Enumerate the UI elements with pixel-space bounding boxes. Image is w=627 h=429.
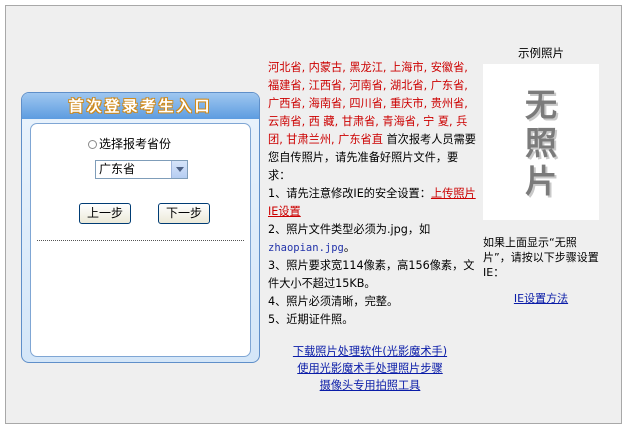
instructions: 河北省, 内蒙古, 黑龙江, 上海市, 安徽省, 福建省, 江西省, 河南省, … (268, 59, 476, 329)
camera-tool-link[interactable]: 摄像头专用拍照工具 (270, 377, 470, 394)
item-1-text: 1、请先注意修改IE的安全设置： (268, 187, 431, 200)
dotted-divider (37, 240, 244, 241)
item-2-suffix: 。 (343, 241, 356, 254)
login-form: 选择报考省份 广东省 上一步 下一步 (30, 123, 251, 357)
chevron-down-icon[interactable] (171, 161, 187, 178)
ie-settings-method-link[interactable]: IE设置方法 (483, 290, 599, 306)
province-select-value: 广东省 (99, 162, 136, 176)
item-3-text: 3、照片要求宽114像素，高156像素，文件大小不超过15KB。 (268, 259, 475, 290)
item-2-text: 2、照片文件类型必须为.jpg，如 (268, 223, 431, 236)
sample-photo: 无 照 片 (483, 64, 599, 220)
radio-icon[interactable] (88, 140, 97, 149)
radio-label: 选择报考省份 (99, 137, 172, 151)
sample-photo-label: 示例照片 (518, 46, 564, 60)
login-title: 首次登录考生入口 (22, 93, 259, 119)
download-software-link[interactable]: 下载照片处理软件(光影魔术手) (270, 343, 470, 360)
photo-steps-link[interactable]: 使用光影魔术手处理照片步骤 (270, 360, 470, 377)
province-radio[interactable]: 选择报考省份 (88, 136, 171, 152)
filename-example: zhaopian.jpg (268, 242, 344, 254)
login-panel: 首次登录考生入口 选择报考省份 广东省 上一步 下一步 (21, 92, 260, 363)
item-4-text: 4、照片必须清晰，完整。 (268, 295, 399, 308)
no-photo-placeholder: 无 照 片 (524, 86, 557, 200)
prev-step-button[interactable]: 上一步 (79, 203, 131, 224)
next-step-button[interactable]: 下一步 (158, 203, 210, 224)
no-photo-hint: 如果上面显示“无照片”，请按以下步骤设置IE： (483, 236, 599, 279)
province-select[interactable]: 广东省 (95, 160, 188, 179)
item-5-text: 5、近期证件照。 (268, 313, 354, 326)
tool-links: 下载照片处理软件(光影魔术手) 使用光影魔术手处理照片步骤 摄像头专用拍照工具 (270, 343, 470, 394)
